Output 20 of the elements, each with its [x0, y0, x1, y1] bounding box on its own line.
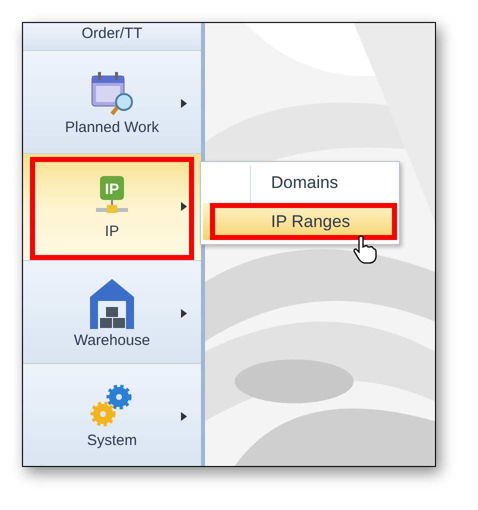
nav-label: Order/TT — [80, 26, 144, 41]
submenu-arrow-icon — [181, 309, 187, 318]
menu-item[interactable]: IP Ranges — [203, 203, 397, 240]
nav-item[interactable]: Planned Work — [23, 51, 201, 154]
nav-item[interactable]: Warehouse — [23, 261, 201, 364]
network-badge-icon — [96, 176, 128, 212]
badge-text: IP — [104, 180, 120, 198]
submenu-arrow-icon — [181, 412, 187, 421]
nav-label: IP — [104, 224, 120, 238]
submenu-arrow-icon — [181, 202, 187, 211]
nav-label: Planned Work — [65, 120, 159, 134]
warehouse-icon — [88, 276, 136, 328]
nav-label: System — [86, 433, 137, 448]
nav-item[interactable]: Order/TT — [23, 23, 201, 51]
nav-label: Warehouse — [74, 332, 150, 348]
nav-item[interactable]: IP IP — [23, 154, 201, 261]
submenu-arrow-icon — [181, 99, 187, 108]
calendar-search-icon — [90, 70, 134, 116]
nav-item[interactable]: System — [23, 364, 201, 466]
menu-item[interactable]: Domains — [203, 164, 397, 201]
